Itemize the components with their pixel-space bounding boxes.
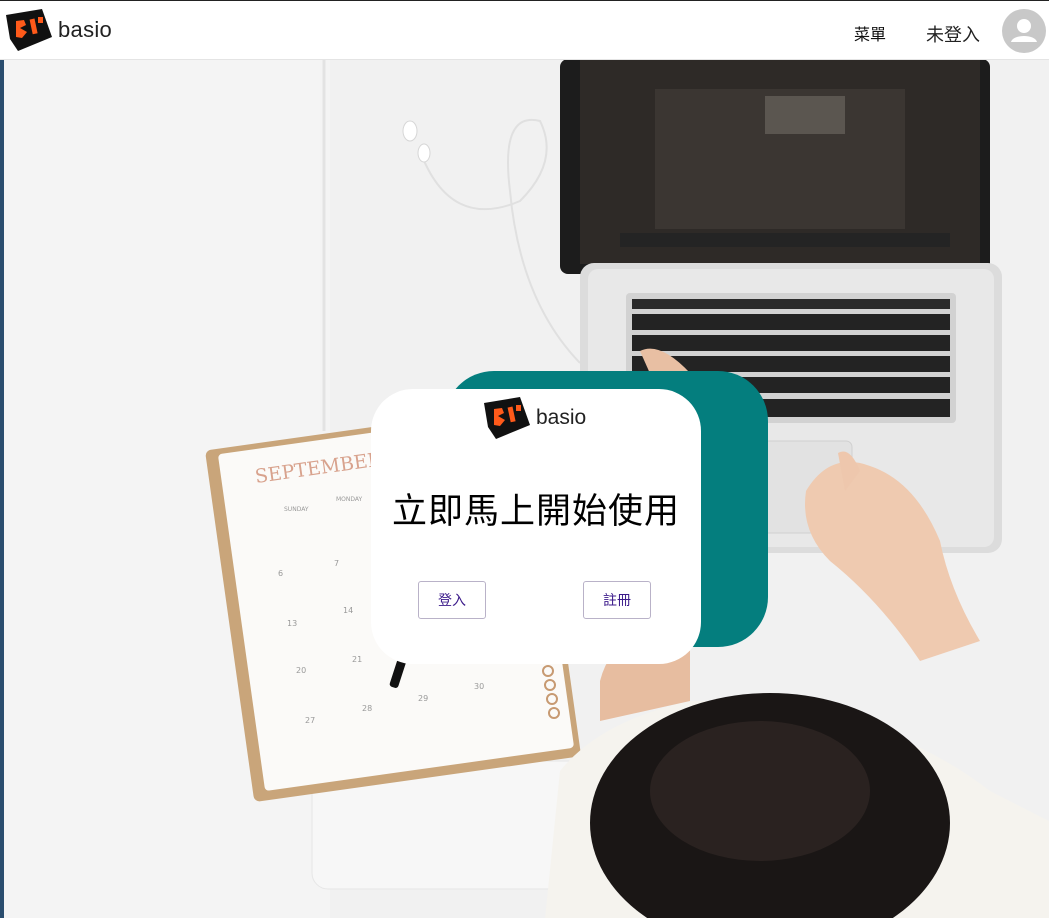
brand-home-link[interactable]: basio (4, 7, 112, 53)
calendar-day: 21 (352, 655, 362, 664)
calendar-day: 7 (334, 559, 339, 568)
calendar-day: 29 (418, 694, 428, 703)
calendar-day: 30 (474, 682, 484, 691)
calendar-day: 20 (296, 666, 306, 675)
login-button[interactable]: 登入 (418, 581, 486, 619)
calendar-day: 14 (343, 606, 353, 615)
menu-link[interactable]: 菜單 (854, 21, 886, 45)
calendar-day: 6 (278, 569, 283, 578)
basio-logo-icon (484, 397, 530, 439)
card-title: 立即馬上開始使用 (391, 492, 680, 532)
calendar-day: 27 (305, 716, 315, 725)
card-brand-name: basio (536, 406, 587, 429)
calendar-weekday: MONDAY (336, 496, 363, 503)
get-started-card: basio 立即馬上開始使用 登入 註冊 (371, 389, 701, 664)
user-avatar-icon[interactable] (1002, 9, 1046, 53)
top-navbar: basio 菜單 未登入 (0, 1, 1049, 60)
register-button[interactable]: 註冊 (583, 581, 651, 619)
brand-name: basio (58, 17, 113, 42)
login-status-link[interactable]: 未登入 (926, 21, 980, 47)
basio-logo-icon (6, 9, 52, 51)
card-brand: basio (481, 395, 586, 441)
calendar-day: 13 (287, 619, 297, 628)
page: basio 菜單 未登入 SEPTEMBER SUNDAY MONDAY 6 7… (0, 0, 1049, 918)
calendar-weekday: SUNDAY (284, 506, 309, 513)
calendar-day: 28 (362, 704, 372, 713)
